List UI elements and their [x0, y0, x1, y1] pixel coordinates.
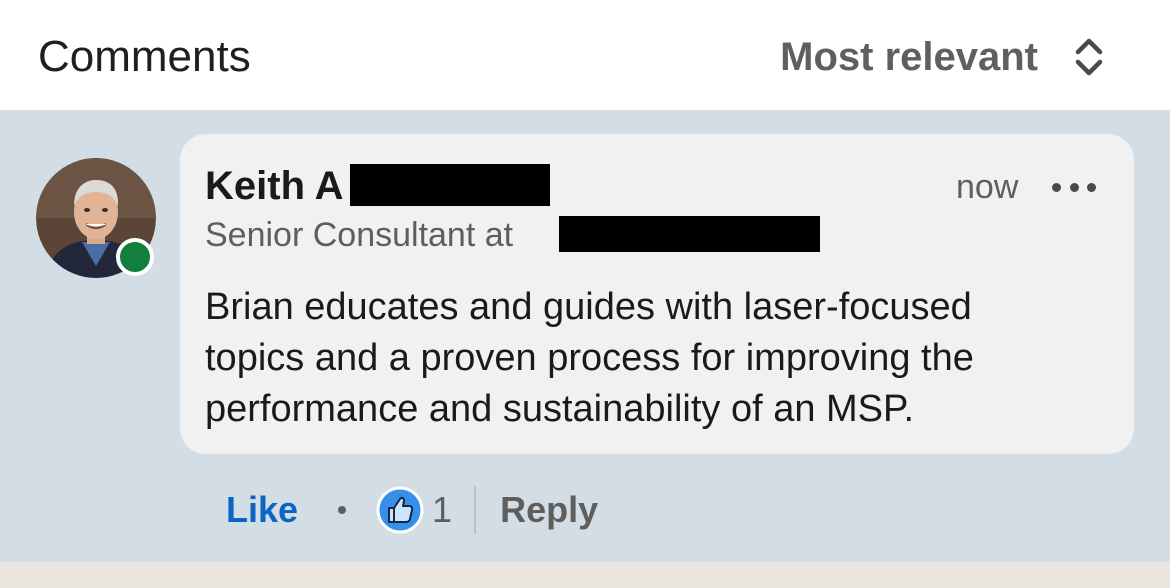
comment-text: Brian educates and guides with laser-foc…: [205, 286, 974, 430]
comment-timestamp: now: [956, 168, 1019, 206]
reaction-count[interactable]: 1: [432, 484, 452, 536]
author-headline: Senior Consultant at: [205, 216, 514, 254]
sort-dropdown[interactable]: Most relevant: [780, 28, 1108, 86]
redaction-bar: [350, 164, 550, 206]
comment-bubble: Keith A Senior Consultant at now Brian e…: [180, 134, 1134, 454]
redaction-bar: [559, 216, 820, 252]
author-avatar[interactable]: [36, 158, 158, 280]
vertical-divider: [474, 486, 477, 534]
thumbs-up-icon[interactable]: [376, 486, 424, 534]
sort-label: Most relevant: [780, 35, 1038, 79]
comment-actions: Like 1 Reply: [226, 484, 598, 536]
next-section-edge: [0, 562, 1170, 588]
online-status-badge: [116, 238, 154, 276]
like-button[interactable]: Like: [226, 484, 298, 536]
comment-thread: Keith A Senior Consultant at now Brian e…: [0, 110, 1170, 562]
separator-dot: [338, 506, 347, 514]
ellipsis-icon[interactable]: [1052, 174, 1096, 200]
comments-title: Comments: [38, 32, 251, 81]
comments-header: Comments Most relevant: [0, 0, 1170, 110]
chevron-up-down-icon: [1075, 38, 1103, 76]
reply-button[interactable]: Reply: [500, 484, 598, 536]
author-name[interactable]: Keith A: [205, 162, 344, 210]
